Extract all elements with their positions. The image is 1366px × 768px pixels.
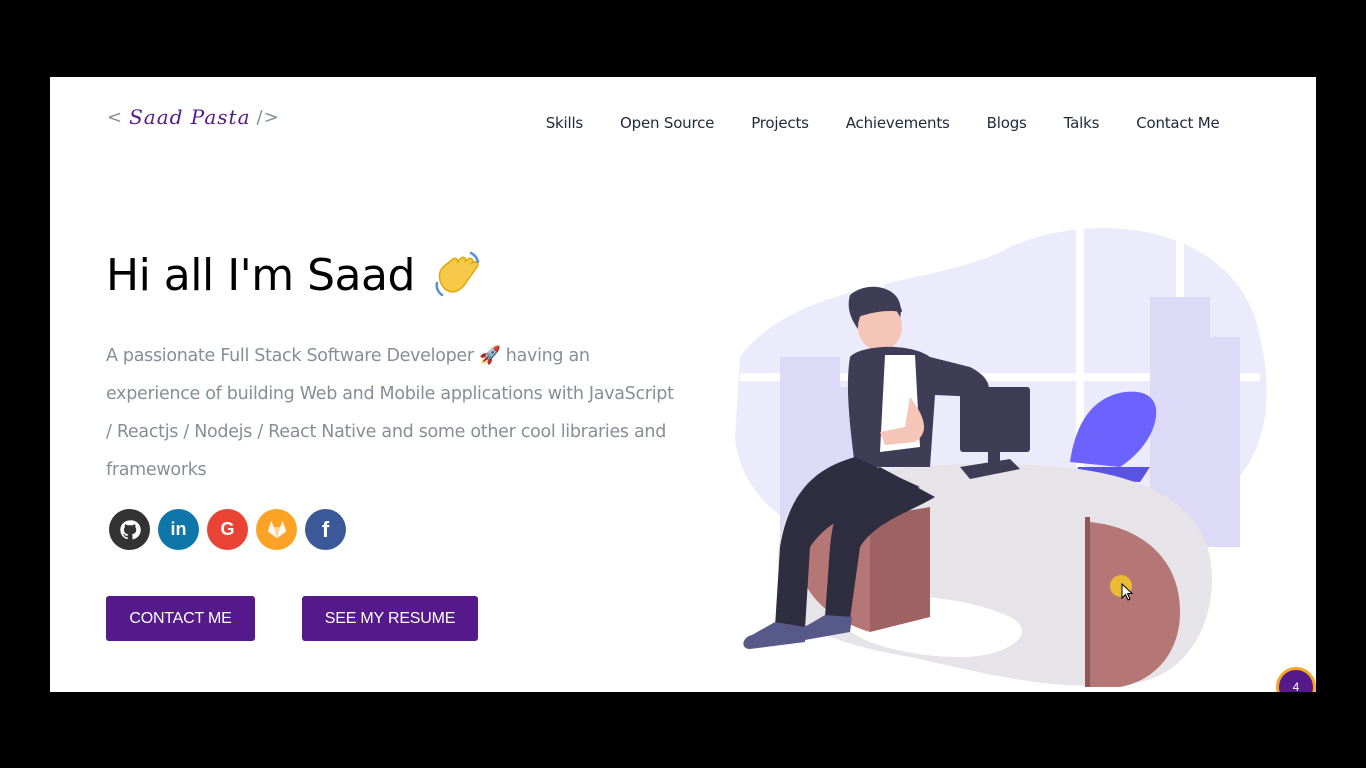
hero-subtitle: A passionate Full Stack Software Develop… xyxy=(106,346,674,480)
gitlab-icon[interactable] xyxy=(256,509,297,550)
page-viewport: < Saad Pasta /> Skills Open Source Proje… xyxy=(50,77,1316,692)
nav-talks[interactable]: Talks xyxy=(1045,114,1118,132)
facebook-glyph: f xyxy=(321,516,330,542)
nav-projects[interactable]: Projects xyxy=(733,114,828,132)
nav-contact-me[interactable]: Contact Me xyxy=(1118,114,1238,132)
google-icon[interactable]: G xyxy=(207,509,248,550)
main-nav: Skills Open Source Projects Achievements… xyxy=(527,114,1238,132)
google-glyph: G xyxy=(220,519,235,539)
facebook-icon[interactable]: f xyxy=(305,509,346,550)
see-my-resume-button[interactable]: SEE MY RESUME xyxy=(302,596,478,641)
nav-skills[interactable]: Skills xyxy=(527,114,601,132)
logo-signature: Saad Pasta xyxy=(129,105,251,129)
social-links: in G f xyxy=(109,509,346,550)
logo-open-bracket: < xyxy=(107,106,124,128)
linkedin-icon[interactable]: in xyxy=(158,509,199,550)
github-icon[interactable] xyxy=(109,509,150,550)
notification-badge[interactable]: 4 xyxy=(1276,667,1316,692)
logo-close-bracket: /> xyxy=(256,106,280,128)
contact-me-button[interactable]: CONTACT ME xyxy=(106,596,255,641)
logo[interactable]: < Saad Pasta /> xyxy=(107,105,280,129)
nav-blogs[interactable]: Blogs xyxy=(968,114,1045,132)
waving-hand-icon xyxy=(435,251,480,297)
mouse-cursor-icon xyxy=(1121,583,1133,601)
developer-desk-illustration xyxy=(735,217,1267,687)
greeting-text: Hi all I'm Saad xyxy=(106,249,415,301)
linkedin-glyph: in xyxy=(170,519,187,539)
nav-open-source[interactable]: Open Source xyxy=(602,114,733,132)
nav-achievements[interactable]: Achievements xyxy=(827,114,968,132)
greeting-heading: Hi all I'm Saad xyxy=(106,249,483,301)
